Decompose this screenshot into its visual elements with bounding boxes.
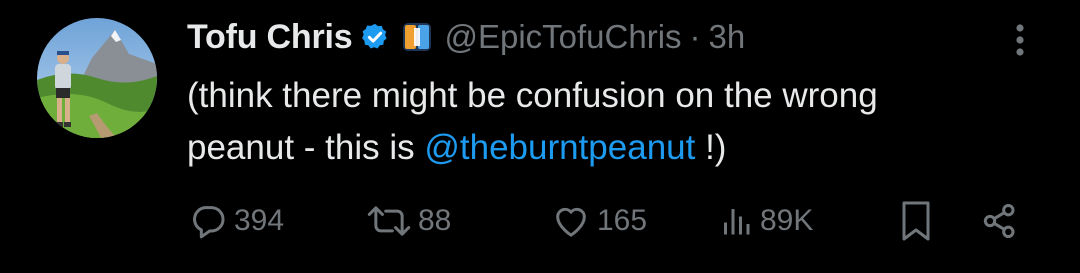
views-count: 89K xyxy=(760,204,814,237)
more-options-icon[interactable] xyxy=(1006,20,1034,60)
timestamp[interactable]: 3h xyxy=(709,18,746,56)
tweet-text-line-2: peanut - this is @theburntpeanut !) xyxy=(187,122,1047,174)
share-button[interactable] xyxy=(980,196,1020,246)
views-button[interactable]: 89K xyxy=(718,196,813,246)
separator-dot: · xyxy=(689,18,701,55)
display-name[interactable]: Tofu Chris xyxy=(187,18,353,57)
mention-link[interactable]: @theburntpeanut xyxy=(424,128,695,167)
like-icon xyxy=(556,207,586,237)
share-icon xyxy=(983,204,1015,238)
like-button[interactable]: 165 xyxy=(551,196,647,246)
views-icon xyxy=(724,209,750,235)
reply-count: 394 xyxy=(234,204,285,237)
avatar-photo xyxy=(37,18,157,138)
tweet-header: Tofu Chris @EpicTofuChris · 3h xyxy=(187,14,745,60)
verified-badge-icon[interactable] xyxy=(360,22,390,52)
tweet-text-line-1: (think there might be confusion on the w… xyxy=(187,76,878,115)
reply-button[interactable]: 394 xyxy=(188,196,284,246)
repost-icon xyxy=(367,206,411,236)
action-bar: 394 88 165 89K xyxy=(0,196,1080,246)
tweet-text: (think there might be confusion on the w… xyxy=(187,70,1047,174)
tweet-text-segment: peanut - this is xyxy=(187,128,425,167)
repost-count: 88 xyxy=(418,204,452,237)
bookmark-icon xyxy=(902,201,930,241)
like-count: 165 xyxy=(597,204,648,237)
reply-icon xyxy=(193,206,225,239)
tweet[interactable]: Tofu Chris @EpicTofuChris · 3h (think th… xyxy=(0,0,1080,273)
user-handle[interactable]: @EpicTofuChris xyxy=(444,18,681,56)
affiliate-badge-icon[interactable] xyxy=(402,22,432,52)
tweet-text-segment: !) xyxy=(695,128,727,167)
avatar[interactable] xyxy=(37,18,157,138)
repost-button[interactable]: 88 xyxy=(366,196,451,246)
bookmark-button[interactable] xyxy=(898,196,934,246)
